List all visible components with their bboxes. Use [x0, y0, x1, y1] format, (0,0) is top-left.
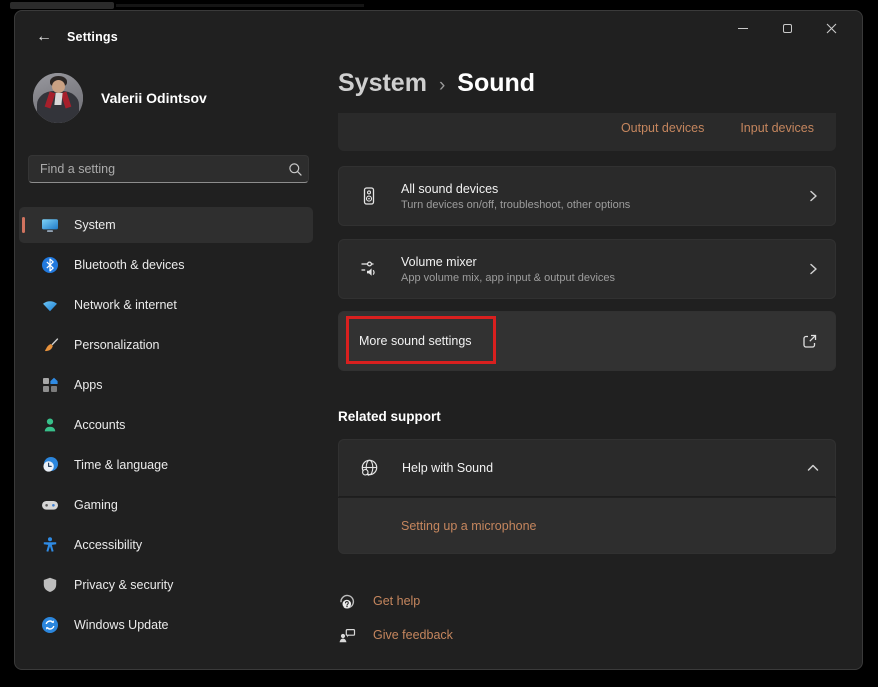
sidebar-item-windows-update[interactable]: Windows Update — [19, 607, 313, 643]
window-controls — [721, 13, 853, 43]
sidebar-item-system[interactable]: System — [19, 207, 313, 243]
sidebar-item-gaming[interactable]: Gaming — [19, 487, 313, 523]
sidebar-item-label: Network & internet — [74, 298, 177, 312]
related-support-heading: Related support — [338, 409, 441, 424]
sidebar-item-label: Privacy & security — [74, 578, 173, 592]
bluetooth-icon — [41, 256, 59, 274]
background-window-fragment-2 — [116, 4, 364, 7]
help-expanded-area: Setting up a microphone — [338, 498, 836, 554]
device-filter-card: Output devices Input devices — [338, 113, 836, 151]
user-name: Valerii Odintsov — [101, 90, 207, 106]
close-icon — [826, 23, 837, 34]
breadcrumb-separator: › — [439, 75, 445, 97]
clock-globe-icon — [41, 456, 59, 474]
screen: ← Settings Valerii Odintsov — [0, 0, 878, 687]
search-box — [28, 155, 309, 183]
sidebar-item-label: Gaming — [74, 498, 118, 512]
sidebar-nav: System Bluetooth & devices Network & int… — [19, 207, 313, 647]
minimize-icon — [738, 28, 748, 29]
sidebar-item-label: Accounts — [74, 418, 125, 432]
external-link-icon — [800, 332, 819, 351]
sidebar-item-accessibility[interactable]: Accessibility — [19, 527, 313, 563]
breadcrumb-root[interactable]: System — [338, 69, 427, 98]
wifi-icon — [41, 296, 59, 314]
sidebar-item-label: Time & language — [74, 458, 168, 472]
card-title: All sound devices — [401, 182, 630, 196]
sidebar-item-label: Apps — [74, 378, 103, 392]
input-devices-link[interactable]: Input devices — [740, 121, 814, 151]
selection-accent-pill — [22, 217, 25, 233]
card-subtitle: App volume mix, app input & output devic… — [401, 272, 615, 284]
sidebar-item-label: Personalization — [74, 338, 159, 352]
get-help-icon — [338, 592, 356, 610]
chevron-right-icon — [805, 261, 821, 277]
search-input[interactable] — [29, 162, 282, 176]
feedback-icon — [338, 626, 356, 644]
volume-mixer-icon — [359, 259, 379, 279]
speaker-icon — [359, 186, 379, 206]
chevron-right-icon — [805, 188, 821, 204]
app-title: Settings — [67, 30, 118, 44]
give-feedback-link[interactable]: Give feedback — [373, 628, 453, 642]
sidebar-item-label: Windows Update — [74, 618, 169, 632]
sidebar-item-time-language[interactable]: Time & language — [19, 447, 313, 483]
card-title: Volume mixer — [401, 255, 615, 269]
breadcrumb: System › Sound — [338, 69, 535, 98]
accessibility-person-icon — [41, 536, 59, 554]
volume-mixer-card[interactable]: Volume mixer App volume mix, app input &… — [338, 239, 836, 299]
sidebar-item-label: System — [74, 218, 116, 232]
setting-up-microphone-link[interactable]: Setting up a microphone — [401, 519, 537, 533]
give-feedback-row[interactable]: Give feedback — [338, 625, 453, 645]
avatar[interactable] — [33, 73, 83, 123]
sidebar-item-apps[interactable]: Apps — [19, 367, 313, 403]
sidebar-item-network-internet[interactable]: Network & internet — [19, 287, 313, 323]
shield-icon — [41, 576, 59, 594]
card-title: More sound settings — [359, 334, 472, 348]
sidebar-item-label: Accessibility — [74, 538, 142, 552]
get-help-row[interactable]: Get help — [338, 591, 420, 611]
get-help-link[interactable]: Get help — [373, 594, 420, 608]
help-with-sound-card[interactable]: Help with Sound — [338, 439, 836, 497]
sidebar-item-personalization[interactable]: Personalization — [19, 327, 313, 363]
sidebar-item-accounts[interactable]: Accounts — [19, 407, 313, 443]
sidebar-item-bluetooth-devices[interactable]: Bluetooth & devices — [19, 247, 313, 283]
update-arrows-icon — [41, 616, 59, 634]
output-devices-link[interactable]: Output devices — [621, 121, 704, 151]
chevron-up-icon — [805, 460, 821, 476]
settings-window: ← Settings Valerii Odintsov — [14, 10, 863, 670]
maximize-button[interactable] — [765, 13, 809, 43]
more-sound-settings-card[interactable]: More sound settings — [338, 311, 836, 371]
background-window-fragment — [10, 2, 114, 9]
minimize-button[interactable] — [721, 13, 765, 43]
card-title: Help with Sound — [402, 461, 493, 475]
sidebar-item-privacy-security[interactable]: Privacy & security — [19, 567, 313, 603]
close-button[interactable] — [809, 13, 853, 43]
sidebar-item-label: Bluetooth & devices — [74, 258, 185, 272]
search-icon[interactable] — [282, 162, 308, 177]
maximize-icon — [783, 24, 792, 33]
system-monitor-icon — [41, 216, 59, 234]
card-subtitle: Turn devices on/off, troubleshoot, other… — [401, 199, 630, 211]
web-help-globe-icon — [359, 458, 380, 479]
person-icon — [41, 416, 59, 434]
all-sound-devices-card[interactable]: All sound devices Turn devices on/off, t… — [338, 166, 836, 226]
breadcrumb-current: Sound — [457, 69, 535, 98]
back-button[interactable]: ← — [29, 24, 59, 50]
apps-icon — [41, 376, 59, 394]
game-controller-icon — [41, 496, 59, 514]
paintbrush-icon — [41, 336, 59, 354]
